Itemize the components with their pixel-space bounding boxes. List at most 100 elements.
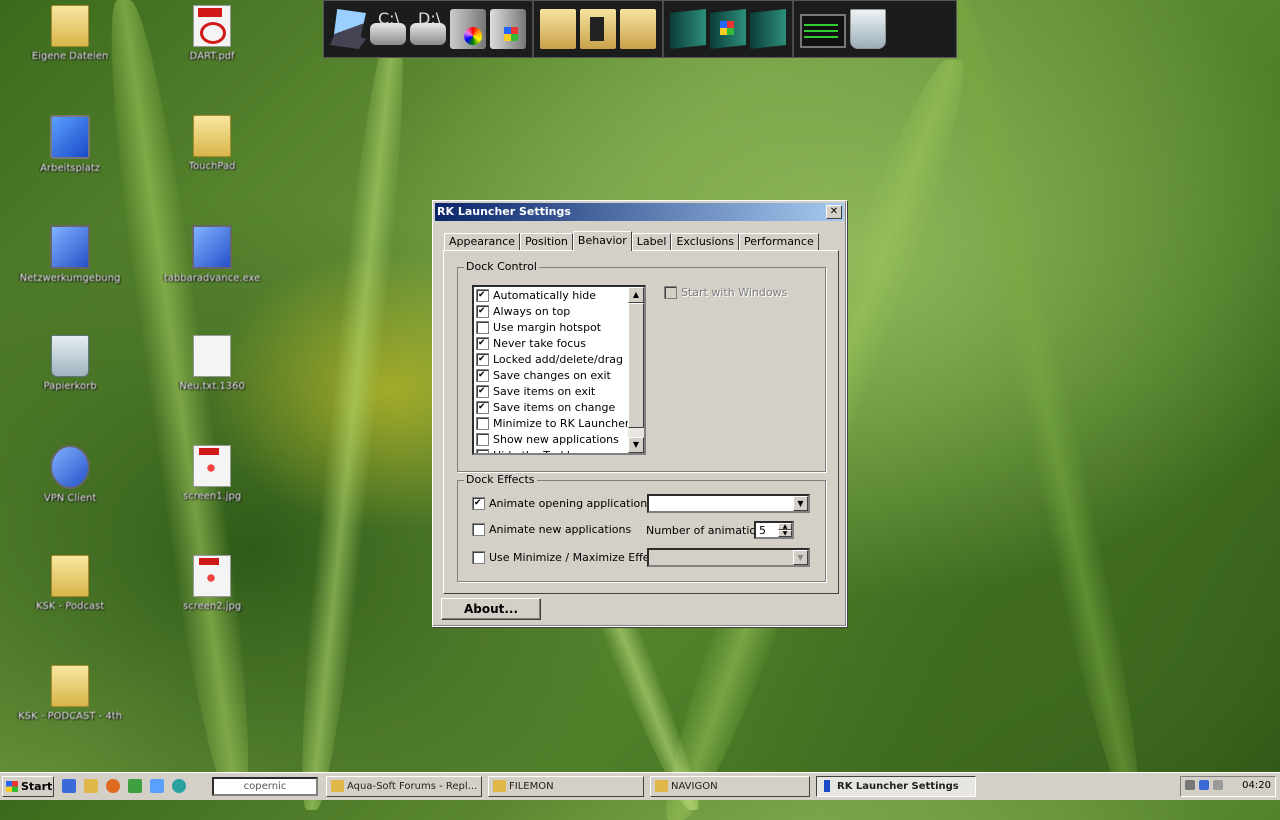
messenger-icon[interactable] [128, 779, 142, 793]
desktop-icon-dart-pdf[interactable]: DART.pdf [157, 5, 267, 62]
option-label: Save changes on exit [493, 368, 611, 382]
tray-volume-icon[interactable] [1185, 780, 1195, 790]
task-button-navigon[interactable]: NAVIGON [650, 776, 810, 797]
folder-icon[interactable] [540, 9, 576, 49]
windows-drive-icon[interactable] [490, 9, 526, 49]
task-button-rk-launcher[interactable]: RK Launcher Settings [816, 776, 976, 797]
tray-app-icon[interactable] [1213, 780, 1223, 790]
tab-appearance[interactable]: Appearance [444, 233, 521, 250]
animate-opening-select[interactable]: ▼ [647, 494, 810, 513]
desktop-icon-network[interactable]: Netzwerkumgebung [15, 225, 125, 284]
spin-down-button[interactable]: ▼ [778, 530, 792, 537]
option-checkbox[interactable] [476, 368, 489, 382]
dock-control-option[interactable]: Save items on change [474, 399, 644, 415]
option-checkbox[interactable] [476, 432, 489, 446]
min-max-effect-select[interactable]: ▼ [647, 548, 810, 567]
chevron-down-icon[interactable]: ▼ [793, 496, 808, 511]
tab-performance[interactable]: Performance [739, 233, 819, 250]
animate-new-checkbox[interactable] [472, 523, 485, 536]
tools-book-icon[interactable] [750, 9, 786, 49]
option-checkbox[interactable] [476, 384, 489, 398]
desktop-icon-tabbar-exe[interactable]: tabbaradvance.exe [157, 225, 267, 284]
desktop-icon-vpn[interactable]: VPN Client [15, 445, 125, 504]
desktop-icon-podcast-4th[interactable]: KSK - PODCAST - 4th [15, 665, 125, 722]
scroll-thumb[interactable] [628, 303, 644, 428]
dock-control-option[interactable]: Show new applications [474, 431, 644, 447]
listbox-scrollbar[interactable]: ▲ ▼ [628, 287, 644, 453]
scroll-up-button[interactable]: ▲ [628, 287, 644, 303]
option-checkbox[interactable] [476, 400, 489, 414]
laptop-icon[interactable] [330, 9, 366, 49]
dock-control-option[interactable]: Save changes on exit [474, 367, 644, 383]
option-label: Minimize to RK Launcher [493, 416, 630, 430]
dock-control-option[interactable]: Minimize to RK Launcher [474, 415, 644, 431]
desktop-icon-touchpad[interactable]: TouchPad [157, 115, 267, 172]
windows-book-icon[interactable] [710, 9, 746, 49]
task-monitor-icon[interactable] [800, 14, 846, 48]
clock[interactable]: 04:20 [1242, 780, 1271, 791]
search-input[interactable]: copernic [212, 777, 318, 796]
option-checkbox[interactable] [476, 352, 489, 366]
scroll-down-button[interactable]: ▼ [628, 437, 644, 453]
tab-exclusions[interactable]: Exclusions [671, 233, 740, 250]
num-animations-spinner[interactable]: 5 ▲ ▼ [754, 521, 794, 539]
task-button-aqua-soft[interactable]: Aqua-Soft Forums - Repl... [326, 776, 482, 797]
about-button[interactable]: About... [441, 598, 541, 620]
start-with-windows-option[interactable]: Start with Windows [664, 286, 787, 299]
option-checkbox[interactable] [476, 304, 489, 318]
recycle-bin-icon[interactable] [850, 9, 886, 49]
drive-d-icon[interactable]: D:\ [410, 9, 446, 45]
tray-network-icon[interactable] [1199, 780, 1209, 790]
start-button[interactable]: Start [2, 776, 54, 797]
desktop-icon-recycle-bin[interactable]: Papierkorb [15, 335, 125, 392]
dock-control-listbox[interactable]: Automatically hide Always on top Use margi… [472, 285, 646, 455]
option-checkbox[interactable] [476, 448, 489, 453]
tab-label[interactable]: Label [631, 233, 672, 250]
dock-control-option[interactable]: Locked add/delete/drag [474, 351, 644, 367]
option-checkbox[interactable] [476, 336, 489, 350]
spin-up-button[interactable]: ▲ [778, 523, 792, 530]
dock-control-option[interactable]: Never take focus [474, 335, 644, 351]
dock-control-option[interactable]: Hide the Taskbar [474, 447, 644, 453]
tab-position[interactable]: Position [520, 233, 573, 250]
dock-control-option[interactable]: Automatically hide [474, 287, 644, 303]
dock-control-option[interactable]: Use margin hotspot [474, 319, 644, 335]
dock-group-folders [534, 1, 664, 57]
drive-c-icon[interactable]: C:\ [370, 9, 406, 45]
dock-group-system [794, 1, 892, 57]
desktop-icon-computer[interactable]: Arbeitsplatz [15, 115, 125, 174]
animate-opening-option[interactable]: Animate opening applications [472, 497, 653, 510]
option-checkbox[interactable] [476, 416, 489, 430]
dock-control-option[interactable]: Always on top [474, 303, 644, 319]
desktop-icon-my-files[interactable]: Eigene Dateien [15, 5, 125, 62]
task-button-filemon[interactable]: FILEMON [488, 776, 644, 797]
media-folder-icon[interactable] [580, 9, 616, 49]
option-checkbox[interactable] [476, 320, 489, 334]
option-checkbox[interactable] [476, 288, 489, 302]
option-label: Save items on change [493, 400, 616, 414]
dialog-titlebar[interactable]: RK Launcher Settings ✕ [435, 203, 844, 221]
animate-new-option[interactable]: Animate new applications [472, 523, 631, 536]
num-animations-value: 5 [759, 524, 766, 537]
internet-icon[interactable] [172, 779, 186, 793]
firefox-icon[interactable] [106, 779, 120, 793]
desktop-icon-text-file[interactable]: Neu.txt.1360 [157, 335, 267, 392]
min-max-effect-option[interactable]: Use Minimize / Maximize Effect [472, 551, 660, 564]
explorer-icon[interactable] [84, 779, 98, 793]
animate-opening-checkbox[interactable] [472, 497, 485, 510]
chevron-down-icon[interactable]: ▼ [793, 550, 808, 565]
min-max-effect-checkbox[interactable] [472, 551, 485, 564]
close-button[interactable]: ✕ [826, 205, 842, 219]
desktop-icon-screen1[interactable]: screen1.jpg [157, 445, 267, 502]
desktop-icon-screen2[interactable]: screen2.jpg [157, 555, 267, 612]
book-icon[interactable] [670, 9, 706, 49]
show-desktop-icon[interactable] [62, 779, 76, 793]
tab-behavior[interactable]: Behavior [572, 231, 632, 251]
tab-strip: Appearance Position Behavior Label Exclu… [444, 231, 819, 251]
dvd-drive-icon[interactable] [450, 9, 486, 49]
network-tool-icon[interactable] [150, 779, 164, 793]
music-folder-icon[interactable] [620, 9, 656, 49]
dock-control-option[interactable]: Save items on exit [474, 383, 644, 399]
start-with-windows-checkbox[interactable] [664, 286, 677, 299]
desktop-icon-podcast[interactable]: KSK - Podcast [15, 555, 125, 612]
